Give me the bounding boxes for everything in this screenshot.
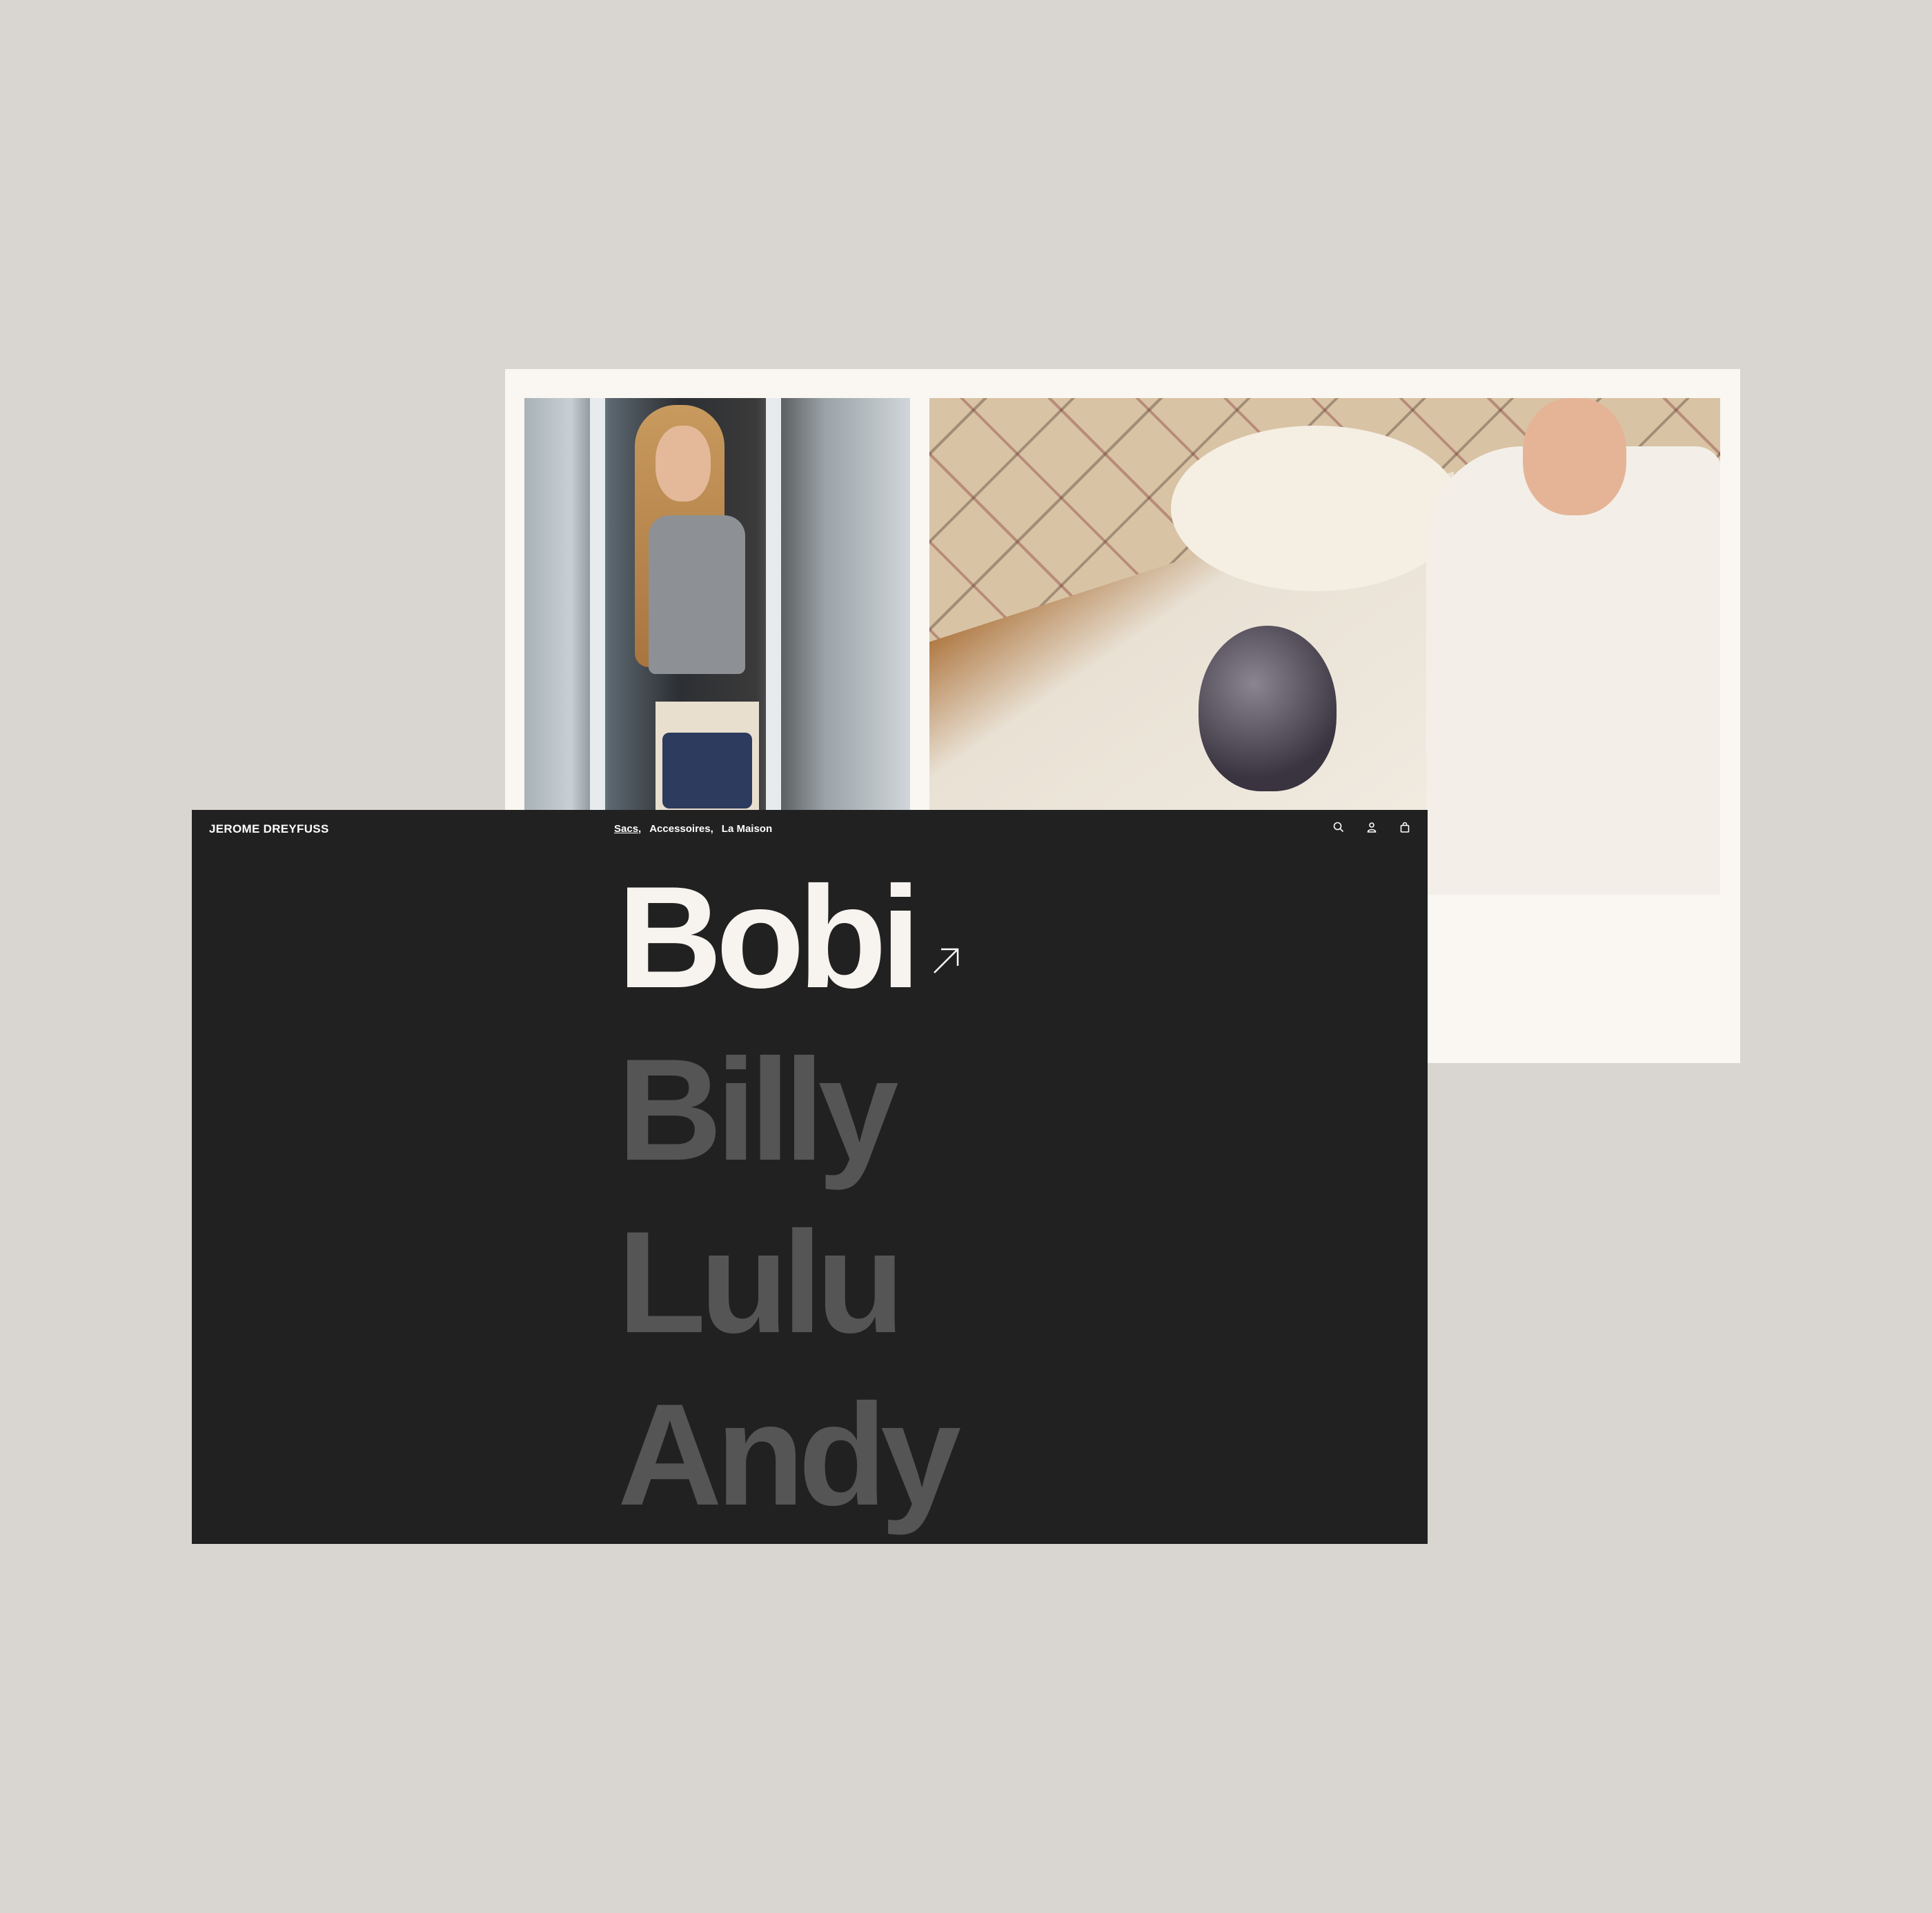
photo-handbag — [662, 733, 752, 809]
photo-figure-face — [656, 426, 711, 502]
photo-belt-bag — [1199, 626, 1337, 791]
nav-item-accessoires[interactable]: Accessoires, — [649, 823, 713, 835]
nav-item-la-maison[interactable]: La Maison — [722, 823, 772, 835]
photo-figure-shirt — [649, 515, 745, 674]
photo-fur-throw — [1171, 426, 1461, 591]
bag-menu-panel: JEROME DREYFUSS Sacs, Accessoires, La Ma… — [192, 810, 1428, 1544]
header-icons — [1332, 821, 1411, 833]
bag-model-list: Bobi Billy Lulu Andy — [618, 851, 961, 1541]
nav-item-sacs[interactable]: Sacs, — [614, 823, 641, 835]
bag-icon[interactable] — [1399, 821, 1411, 833]
model-link-billy[interactable]: Billy — [618, 1024, 955, 1196]
model-link-andy[interactable]: Andy — [618, 1369, 961, 1541]
brand-logo[interactable]: JEROME DREYFUSS — [209, 822, 329, 836]
account-icon[interactable] — [1366, 821, 1378, 833]
arrow-up-right-icon[interactable] — [931, 946, 960, 975]
photo-figure-head — [1523, 398, 1626, 515]
main-nav: Sacs, Accessoires, La Maison — [614, 823, 772, 835]
search-icon[interactable] — [1332, 821, 1345, 833]
model-link-bobi[interactable]: Bobi — [618, 851, 955, 1024]
model-link-lulu[interactable]: Lulu — [618, 1196, 955, 1369]
